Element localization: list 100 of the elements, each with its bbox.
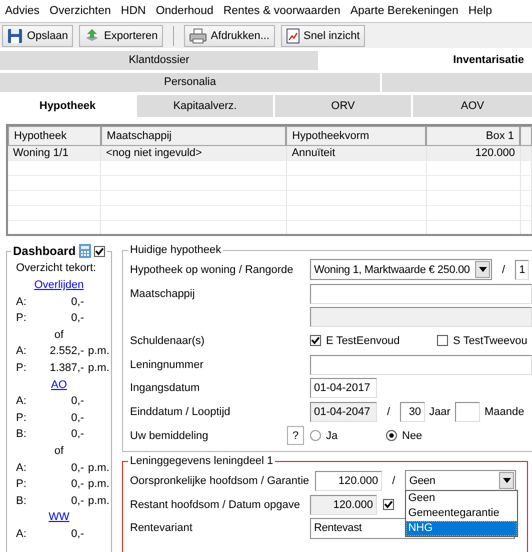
amount: 0,- <box>70 477 84 492</box>
checkbox[interactable] <box>437 335 448 346</box>
toolbar-button[interactable]: Snel inzicht <box>280 24 365 46</box>
tab[interactable]: Kapitaalverz. <box>137 95 273 117</box>
input-field[interactable] <box>310 354 532 375</box>
menu-item[interactable]: Advies <box>5 5 40 17</box>
field-label: Rentevariant <box>130 522 192 534</box>
printer-icon <box>188 28 207 44</box>
input-field[interactable] <box>310 284 532 304</box>
dropdown-option[interactable]: Geen <box>406 491 518 506</box>
years-field[interactable]: 30 <box>400 402 426 422</box>
date-field[interactable]: 01-04-2047 <box>310 402 377 422</box>
menu-item[interactable]: Help <box>468 5 492 17</box>
field-label: Einddatum / Looptijd <box>130 406 230 418</box>
or-label: of <box>54 328 64 341</box>
tab[interactable]: ORV <box>275 95 411 117</box>
empty-cell <box>521 206 532 221</box>
empty-column-header[interactable] <box>520 126 532 146</box>
row-label: B: <box>16 494 28 509</box>
amount-field[interactable]: 120.000 <box>310 494 377 515</box>
dropdown[interactable]: Woning 1, Marktwaarde € 250.00 <box>310 259 492 280</box>
table-cell: 120.000 <box>427 146 521 161</box>
table-row[interactable]: Woning 1/1 <nog niet ingevuld> Annuïteit 120.000 <box>8 146 532 161</box>
overview-label: Overzicht tekort: <box>15 261 98 276</box>
field-label: Hypotheek op woning / Rangorde <box>130 264 294 276</box>
period-label: p.m. <box>88 477 110 492</box>
menu-item[interactable]: Onderhoud <box>156 5 214 17</box>
column-header[interactable]: Box 1 <box>426 126 520 146</box>
dashboard-title: Dashboard <box>13 244 76 258</box>
separator: / <box>502 264 506 276</box>
column-header[interactable]: Hypotheek <box>8 126 101 146</box>
row-label: P: <box>16 311 28 326</box>
radio-button[interactable] <box>310 430 321 442</box>
amount: 0,- <box>70 394 84 410</box>
date-field[interactable]: 01-04-2017 <box>310 378 377 398</box>
amount: 2.552,- <box>48 344 84 360</box>
amount: 0,- <box>70 294 84 310</box>
tab[interactable]: Klantdossier <box>0 51 318 70</box>
row-label: P: <box>16 360 28 376</box>
amount: 0,- <box>70 460 84 476</box>
toolbar-button[interactable]: Opslaan <box>2 24 73 46</box>
section-link[interactable]: AO <box>51 378 67 391</box>
column-header[interactable]: Maatschappij <box>100 126 286 146</box>
empty-cell <box>521 161 532 176</box>
unit-label: Maande <box>484 406 524 418</box>
empty-cell <box>521 176 532 191</box>
group-title: Leninggegevens leningdeel 1 <box>129 455 274 467</box>
export-arrow-icon <box>84 28 100 44</box>
dropdown[interactable]: Geen <box>405 470 516 492</box>
tab[interactable]: Personalia <box>0 73 380 92</box>
tab[interactable]: AOV <box>413 95 532 117</box>
field-label: Schuldenaar(s) <box>130 334 205 347</box>
row-label: P: <box>16 477 28 492</box>
period-label: p.m. <box>88 344 110 360</box>
period-label: p.m. <box>88 360 110 376</box>
checkbox[interactable] <box>94 246 105 256</box>
amount-field[interactable]: 120.000 <box>315 470 382 491</box>
separator: / <box>392 474 396 487</box>
months-field[interactable] <box>455 402 480 422</box>
dropdown-arrow-icon <box>478 267 486 272</box>
row-label: A: <box>16 394 28 410</box>
radio-button[interactable] <box>386 430 397 442</box>
field-label: Ingangsdatum <box>130 382 200 394</box>
menu-item[interactable]: Aparte Berekeningen <box>350 5 458 17</box>
period-label: p.m. <box>88 460 110 476</box>
checkbox[interactable] <box>383 499 394 510</box>
table-cell: Woning 1/1 <box>8 146 101 161</box>
field-label: Restant hoofdsom / Datum opgave <box>130 498 300 511</box>
checkbox[interactable] <box>310 335 321 346</box>
dropdown-option[interactable]: NHG <box>406 521 518 536</box>
dropdown-arrow-icon <box>502 478 511 484</box>
help-button[interactable]: ? <box>287 426 304 446</box>
field-label: Oorspronkelijke hoofdsom / Garantie <box>130 474 310 487</box>
row-label: A: <box>16 460 28 476</box>
rank-field[interactable]: 1 <box>515 260 530 280</box>
field-label: Leningnummer <box>130 358 204 371</box>
section-link[interactable]: WW <box>48 511 70 524</box>
row-label: A: <box>16 526 28 542</box>
field-label: Uw bemiddeling <box>130 430 208 442</box>
empty-cell <box>521 191 532 206</box>
amount: 0,- <box>70 427 84 442</box>
menu-item[interactable]: Overzichten <box>50 5 111 17</box>
radio-label: Ja <box>326 430 338 442</box>
row-label: A: <box>16 294 28 310</box>
column-header[interactable]: Hypotheekvorm <box>286 126 426 146</box>
group-title: Huidige hypotheek <box>129 244 222 256</box>
section-link[interactable]: Overlijden <box>34 279 84 291</box>
amount: 1.387,- <box>48 360 84 376</box>
amount: 0,- <box>70 311 84 326</box>
checkbox-label: E TestEenvoud <box>326 334 400 347</box>
menu-item[interactable]: HDN <box>120 5 146 17</box>
toolbar-button[interactable]: Afdrukken... <box>184 24 274 46</box>
toolbar-button[interactable]: Exporteren <box>78 24 163 46</box>
row-label: B: <box>16 427 28 442</box>
separator: / <box>387 406 390 418</box>
amount: 0,- <box>70 494 84 509</box>
row-label: A: <box>16 344 28 360</box>
field-label: Maatschappij <box>130 288 195 300</box>
menu-item[interactable]: Rentes & voorwaarden <box>223 5 340 17</box>
table-cell: Annuïteit <box>286 146 428 161</box>
